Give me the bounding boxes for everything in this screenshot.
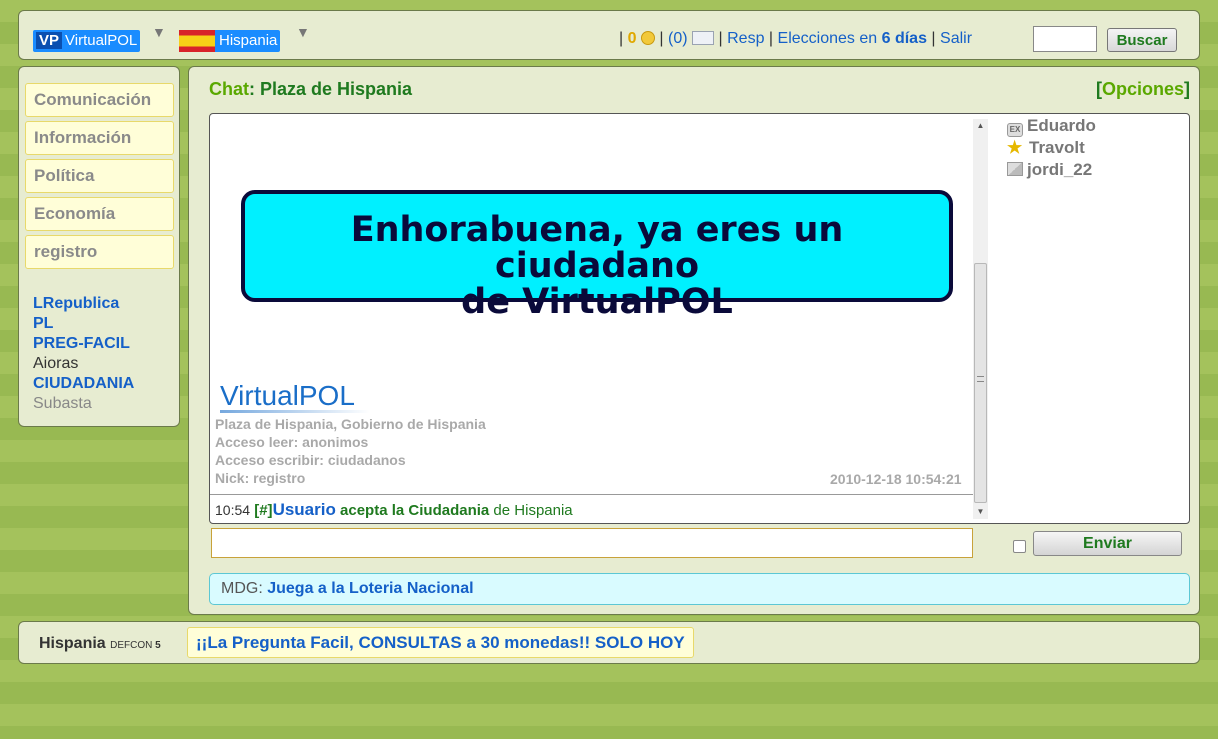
scroll-grip-icon [977,376,984,382]
options-link[interactable]: [Opciones] [1096,79,1190,100]
footer-country: Hispania DEFCON 5 [39,635,161,653]
chat-input[interactable] [211,528,973,558]
envelope-icon[interactable] [692,31,715,45]
footer-country-name: Hispania [39,635,106,652]
info-nick: Nick: registro [215,470,306,486]
menu-comunicacion[interactable]: Comunicación [25,83,174,117]
user-list-item[interactable]: ★ Travolt [1007,138,1085,158]
mdg-label: MDG: [221,580,263,597]
virtualpol-logo[interactable]: VP VirtualPOL [33,30,141,52]
options-label: Opciones [1101,79,1184,99]
site-menu-arrow-icon[interactable]: ▼ [152,24,166,40]
elections-prefix: Elecciones en [777,30,878,47]
chat-title: Chat: Plaza de Hispania [209,79,413,99]
logout-link[interactable]: Salir [940,30,972,47]
coins-icon[interactable] [640,31,655,45]
coins-count[interactable]: 0 [628,30,637,47]
user-name: jordi_22 [1027,160,1093,179]
sidebar-link-subasta[interactable]: Subasta [33,394,92,414]
search-input[interactable] [1033,26,1097,52]
spain-flag-icon [179,30,215,52]
elections-days: 6 días [881,30,927,47]
banner-line-1: Enhorabuena, ya eres un ciudadano [350,210,844,286]
info-room: Plaza de Hispania, Gobierno de Hispania [215,416,486,432]
virtualpol-watermark-logo: VirtualPOL [220,380,370,413]
chat-box: Enhorabuena, ya eres un ciudadano de Vir… [209,113,1190,524]
menu-informacion[interactable]: Información [25,121,174,155]
user-name: Travolt [1029,138,1085,157]
vp-abbr: VP [36,32,63,49]
sidebar-link-aioras[interactable]: Aioras [33,354,78,374]
message-text-bold: acepta la Ciudadania [340,502,490,519]
footer-promo-link[interactable]: ¡¡La Pregunta Facil, CONSULTAS a 30 mone… [187,627,694,658]
menu-economia[interactable]: Economía [25,197,174,231]
messages-count[interactable]: (0) [668,30,688,47]
info-read-access: Acceso leer: anonimos [215,434,369,450]
chat-checkbox[interactable] [1013,540,1026,553]
message-time: 10:54 [215,502,251,518]
ex-citizen-icon: EX [1007,123,1023,137]
defcon-level: 5 [155,640,161,651]
mdg-notice: MDG: Juega a la Loteria Nacional [209,573,1190,605]
banner-line-2: de VirtualPOL [461,282,733,322]
defcon-label: DEFCON [110,640,153,651]
message-divider [210,494,974,495]
chat-room-name: Plaza de Hispania [260,79,413,99]
country-name: Hispania [219,32,278,49]
menu-registro[interactable]: registro [25,235,174,269]
user-name: Eduardo [1027,116,1096,135]
country-menu-arrow-icon[interactable]: ▼ [296,24,310,40]
mdg-link[interactable]: Juega a la Loteria Nacional [267,580,473,597]
chat-scrollbar[interactable]: ▲ ▼ [973,119,988,519]
message-user-link[interactable]: Usuario [273,500,336,519]
country-selector[interactable]: Hispania [179,30,281,52]
sidebar-link-lrepublica[interactable]: LRepublica [33,294,119,314]
chat-title-label: Chat [209,79,249,99]
resp-link[interactable]: Resp [727,30,764,47]
top-bar: VP VirtualPOL ▼ Hispania ▼ | 0 | (0) | Re… [18,10,1200,60]
scroll-down-arrow-icon[interactable]: ▼ [973,505,988,519]
sidebar-link-ciudadania[interactable]: CIUDADANIA [33,374,134,394]
user-list-item[interactable]: jordi_22 [1007,160,1092,180]
sidebar-link-pl[interactable]: PL [33,314,53,334]
star-icon: ★ [1007,138,1023,157]
defcon-status: DEFCON 5 [110,640,161,651]
send-button[interactable]: Enviar [1033,531,1182,556]
sidebar: Comunicación Información Política Econom… [18,66,180,427]
user-list-item[interactable]: EX Eduardo [1007,116,1096,137]
scroll-thumb[interactable] [974,263,987,503]
chat-timestamp: 2010-12-18 10:54:21 [830,471,962,487]
chat-message: 10:54 [#]Usuario acepta la Ciudadania de… [215,500,573,520]
search-button[interactable]: Buscar [1107,28,1177,52]
elections-link[interactable]: Elecciones en 6 días [778,30,927,47]
info-write-access: Acceso escribir: ciudadanos [215,452,406,468]
sidebar-link-preg-facil[interactable]: PREG-FACIL [33,334,130,354]
watermark-text: VirtualPOL [220,380,355,411]
scroll-up-arrow-icon[interactable]: ▲ [973,119,988,133]
menu-politica[interactable]: Política [25,159,174,193]
message-text-rest: de Hispania [493,502,573,519]
message-hash-link[interactable]: [#] [254,502,272,519]
main-panel: Chat: Plaza de Hispania [Opciones] Enhor… [188,66,1200,615]
footer: Hispania DEFCON 5 ¡¡La Pregunta Facil, C… [18,621,1200,664]
top-links: | 0 | (0) | Resp | Elecciones en 6 días … [619,30,973,47]
site-name: VirtualPOL [65,32,138,49]
welcome-banner: Enhorabuena, ya eres un ciudadano de Vir… [241,190,953,320]
cube-icon [1007,162,1023,176]
